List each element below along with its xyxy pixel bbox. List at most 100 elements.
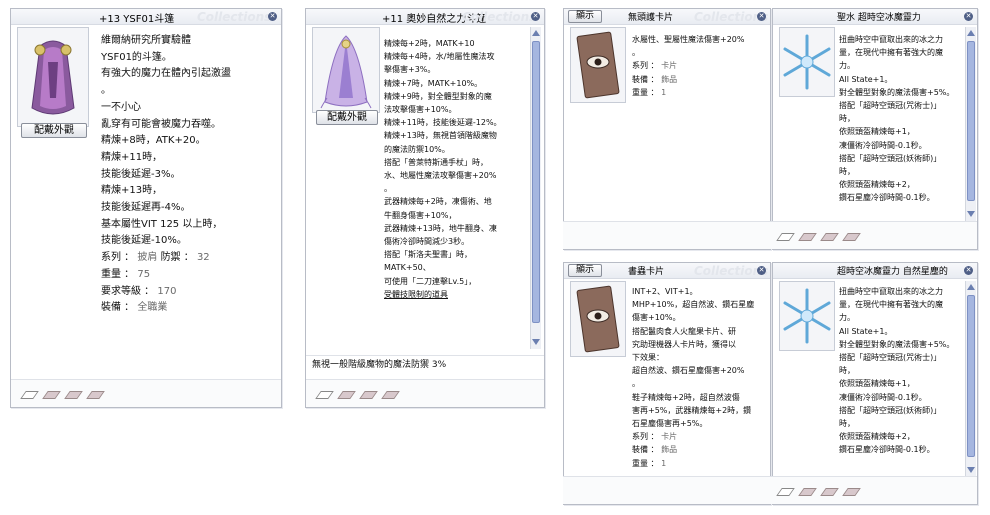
stat-key: 系列 ： — [101, 252, 135, 264]
show-button[interactable]: 顯示 — [568, 10, 602, 23]
stat-value: 170 — [157, 285, 177, 297]
wear-appearance-button[interactable]: 配戴外觀 — [21, 123, 87, 138]
close-icon[interactable]: ✕ — [964, 266, 973, 275]
stat-row-level: 要求等級 ： 170 — [101, 284, 231, 301]
scroll-down-icon[interactable] — [532, 339, 540, 345]
ice-crystal-icon — [783, 34, 831, 90]
card-slot-bar — [11, 379, 281, 407]
desc-line: 一不小心 — [101, 101, 141, 113]
desc-line: 力。 — [839, 61, 855, 71]
desc-line: INT+2、VIT+1。 — [632, 287, 698, 296]
card-slot[interactable] — [42, 391, 61, 399]
card-slot[interactable] — [381, 391, 400, 399]
desc-line: 水屬性、聖屬性魔法傷害+20% — [632, 35, 745, 44]
wear-appearance-button[interactable]: 配戴外觀 — [316, 110, 378, 125]
close-icon[interactable]: ✕ — [964, 12, 973, 21]
desc-line: 維爾納研究所實驗體 — [101, 35, 191, 46]
card-slot[interactable] — [776, 233, 795, 241]
desc-line: 可使用「二刀連擊Lv.5」， — [384, 276, 477, 286]
stat-value: 飾品 — [661, 74, 678, 84]
close-icon[interactable]: ✕ — [268, 12, 277, 21]
card-slot[interactable] — [64, 391, 83, 399]
desc-line: 對全體型對象的魔法傷害+5%。 — [839, 87, 955, 97]
stat-value: 1 — [661, 87, 667, 97]
desc-line: 傷術冷卻時間減少3秒。 — [384, 237, 470, 247]
scroll-up-icon[interactable] — [967, 30, 975, 36]
stat-row-weight: 重量 ： 1 — [632, 457, 754, 470]
enchant-description: 扭曲時空中竄取出來的冰之力 量，在現代中擁有著強大的魔 力。 All State… — [839, 285, 954, 457]
scroll-down-icon[interactable] — [967, 467, 975, 473]
desc-line: 害再+5%，武器精煉每+2時，鑽 — [632, 405, 752, 415]
scroll-up-icon[interactable] — [967, 284, 975, 290]
scrollbar[interactable] — [530, 27, 541, 349]
desc-line: 有強大的魔力在體內引起激盪 — [101, 68, 231, 80]
stat-value: 75 — [137, 268, 151, 280]
desc-line: 搭配鬣肉食人火龍果卡片、研 — [632, 326, 736, 336]
desc-line: 超自然波、鑽石星塵傷害+20% — [632, 366, 745, 376]
desc-line: 牛翻身傷害+10%， — [384, 210, 457, 220]
card-slot[interactable] — [798, 488, 817, 496]
card-slot[interactable] — [337, 391, 356, 399]
scroll-thumb[interactable] — [532, 41, 540, 323]
desc-line: 對全體型對象的魔法傷害+5%。 — [839, 339, 955, 349]
scroll-thumb[interactable] — [967, 41, 975, 201]
stat-row-series: 系列 ： 披肩 防禦 ： 32 — [101, 250, 231, 267]
stat-row-weight: 重量 ： 1 — [632, 86, 744, 99]
title-bar[interactable]: 聖水 超時空冰魔靈力 ✕ — [773, 9, 977, 25]
desc-line: 搭配「超時空頭冠(妖術師)」 — [839, 153, 942, 163]
enchant-image — [779, 281, 835, 351]
title-bar[interactable]: 顯示 書蟲卡片 Collections ✕ — [564, 263, 770, 279]
desc-line: 究助理機器人卡片時，獲得以 — [632, 339, 736, 349]
item-title: 聖水 超時空冰魔靈力 — [837, 13, 921, 23]
card-description: INT+2、VIT+1。 MHP+10%，超自然波、鑽石星塵 傷害+10%。 搭… — [632, 285, 754, 470]
desc-line: 鞋子精煉每+2時，超自然波傷 — [632, 392, 740, 402]
desc-line: YSF01的斗篷。 — [101, 51, 172, 63]
title-bar[interactable]: 超時空冰魔靈力 自然星塵的 ✕ — [773, 263, 977, 279]
eye-card-icon — [576, 285, 620, 353]
card-slot[interactable] — [86, 391, 105, 399]
card-description: 水屬性、聖屬性魔法傷害+20% 。 系列 ： 卡片 裝備 ： 飾品 重量 ： 1 — [632, 33, 744, 99]
desc-line: 時， — [839, 114, 855, 124]
stat-row-equip: 裝備 ： 飾品 — [632, 73, 744, 86]
desc-line: 依照頭盔精煉每+1， — [839, 379, 915, 389]
item-title: +13 YSF01斗篷 — [99, 14, 175, 25]
close-icon[interactable]: ✕ — [757, 266, 766, 275]
title-bar[interactable]: 顯示 無頭護卡片 Collections ✕ — [564, 9, 770, 25]
stat-value: 卡片 — [661, 432, 678, 442]
show-button[interactable]: 顯示 — [568, 264, 602, 277]
desc-line: 下效果： — [632, 353, 664, 363]
desc-line: 凍僵術冷卻時間-0.1秒。 — [839, 392, 927, 402]
scroll-up-icon[interactable] — [532, 30, 540, 36]
scrollbar[interactable] — [965, 281, 976, 477]
card-slot[interactable] — [842, 233, 861, 241]
stat-key: 裝備 ： — [101, 302, 135, 314]
desc-line: 水、地屬性魔法攻擊傷害+20% — [384, 171, 497, 181]
card-slot[interactable] — [820, 233, 839, 241]
desc-line: 。 — [384, 184, 392, 194]
item-title: 書蟲卡片 — [628, 267, 665, 277]
desc-line: 精煉+7時，MATK+10%。 — [384, 78, 483, 88]
card-slot[interactable] — [315, 391, 334, 399]
desc-line: MATK+50、 — [384, 263, 431, 273]
card-slot[interactable] — [20, 391, 39, 399]
scroll-down-icon[interactable] — [967, 211, 975, 217]
card-slot[interactable] — [842, 488, 861, 496]
enchant-window-ice-spirit: 聖水 超時空冰魔靈力 ✕ 扭曲時空中竄取出來的冰之力 量，在現代中擁有著強大的魔… — [563, 8, 978, 250]
close-icon[interactable]: ✕ — [757, 12, 766, 21]
scrollbar[interactable] — [965, 27, 976, 221]
stat-row-equip: 裝備 ： 全職業 — [101, 300, 231, 317]
card-slot[interactable] — [776, 488, 795, 496]
card-slot[interactable] — [798, 233, 817, 241]
desc-line: 傷害+10%。 — [632, 313, 681, 323]
close-icon[interactable]: ✕ — [531, 12, 540, 21]
desc-line: All State+1。 — [839, 326, 893, 336]
card-slot[interactable] — [820, 488, 839, 496]
stat-value: 1 — [661, 458, 667, 468]
title-bar[interactable]: +11 奧妙自然之力斗篷 Collections ✕ — [306, 9, 544, 25]
scroll-thumb[interactable] — [967, 295, 975, 457]
title-bar[interactable]: +13 YSF01斗篷 Collections ✕ — [11, 9, 281, 25]
enchant-image — [779, 27, 835, 97]
restricted-item-link[interactable]: 受體技限制的道具 — [384, 288, 502, 301]
card-slot[interactable] — [359, 391, 378, 399]
stat-row-weight: 重量 ： 75 — [101, 267, 231, 284]
